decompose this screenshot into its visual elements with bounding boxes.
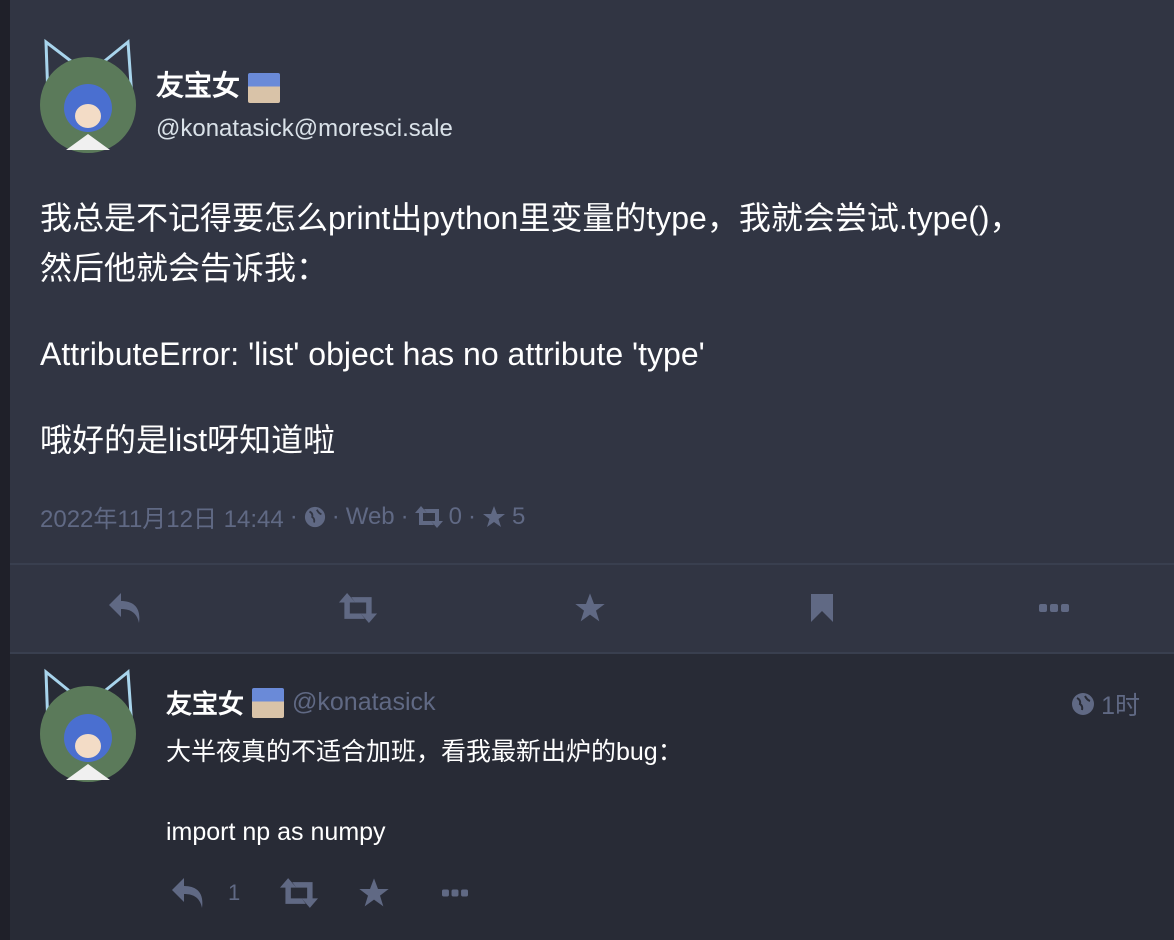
boost-icon: [414, 505, 443, 528]
display-name[interactable]: 友宝女: [166, 684, 244, 721]
globe-icon: [304, 506, 325, 527]
star-icon: [483, 505, 506, 527]
more-button[interactable]: [1034, 588, 1074, 628]
boost-icon: [338, 593, 378, 623]
relative-time[interactable]: 1时: [1101, 686, 1140, 722]
reply-icon[interactable]: [170, 876, 208, 910]
reply-content: 大半夜真的不适合加班，看我最新出炉的bug： import np as nump…: [166, 732, 683, 892]
status-content: 我总是不记得要怎么print出python里变量的type，我就会尝试.type…: [40, 193, 1040, 501]
separator: ·: [331, 502, 340, 530]
star-icon: [575, 593, 605, 622]
reply-count: 1: [228, 880, 241, 905]
bookmark-icon: [811, 594, 833, 622]
content-paragraph: import np as numpy: [166, 818, 386, 846]
status-meta: 2022年11月12日 14:44 · · Web · 0 · 5: [40, 499, 525, 534]
content-paragraph: 大半夜真的不适合加班，看我最新出炉的bug：: [166, 738, 683, 766]
globe-icon: [1072, 693, 1095, 715]
reply-button[interactable]: [106, 588, 146, 628]
star-icon[interactable]: [358, 877, 390, 909]
boost-button[interactable]: [338, 588, 378, 628]
avatar[interactable]: [36, 38, 140, 156]
ellipsis-icon: [1039, 604, 1069, 612]
content-paragraph: 我总是不记得要怎么print出python里变量的type，我就会尝试.type…: [40, 200, 1022, 286]
account-handle[interactable]: @konatasick@moresci.sale: [156, 115, 453, 143]
divider: [10, 563, 1174, 565]
separator: ·: [468, 502, 477, 530]
content-paragraph: AttributeError: 'list' object has no att…: [40, 336, 705, 372]
separator: ·: [400, 502, 409, 530]
application: Web: [345, 502, 395, 530]
favourite-count[interactable]: 5: [512, 503, 525, 531]
reblog-count[interactable]: 0: [449, 503, 462, 531]
custom-emoji-icon: [247, 72, 280, 103]
avatar[interactable]: [38, 668, 138, 786]
account-handle[interactable]: @konatasick: [292, 688, 436, 717]
timestamp[interactable]: 2022年11月12日 14:44: [40, 499, 284, 534]
ellipsis-icon[interactable]: [442, 888, 469, 898]
custom-emoji-icon: [252, 687, 285, 718]
favourite-button[interactable]: [570, 588, 610, 628]
content-paragraph: 哦好的是list呀知道啦: [40, 422, 336, 458]
reply-icon: [109, 593, 140, 623]
separator: ·: [289, 502, 298, 530]
bookmark-button[interactable]: [802, 588, 842, 628]
reply-action-bar: 1: [170, 876, 469, 910]
boost-icon[interactable]: [280, 878, 319, 908]
display-name[interactable]: 友宝女: [156, 70, 240, 101]
